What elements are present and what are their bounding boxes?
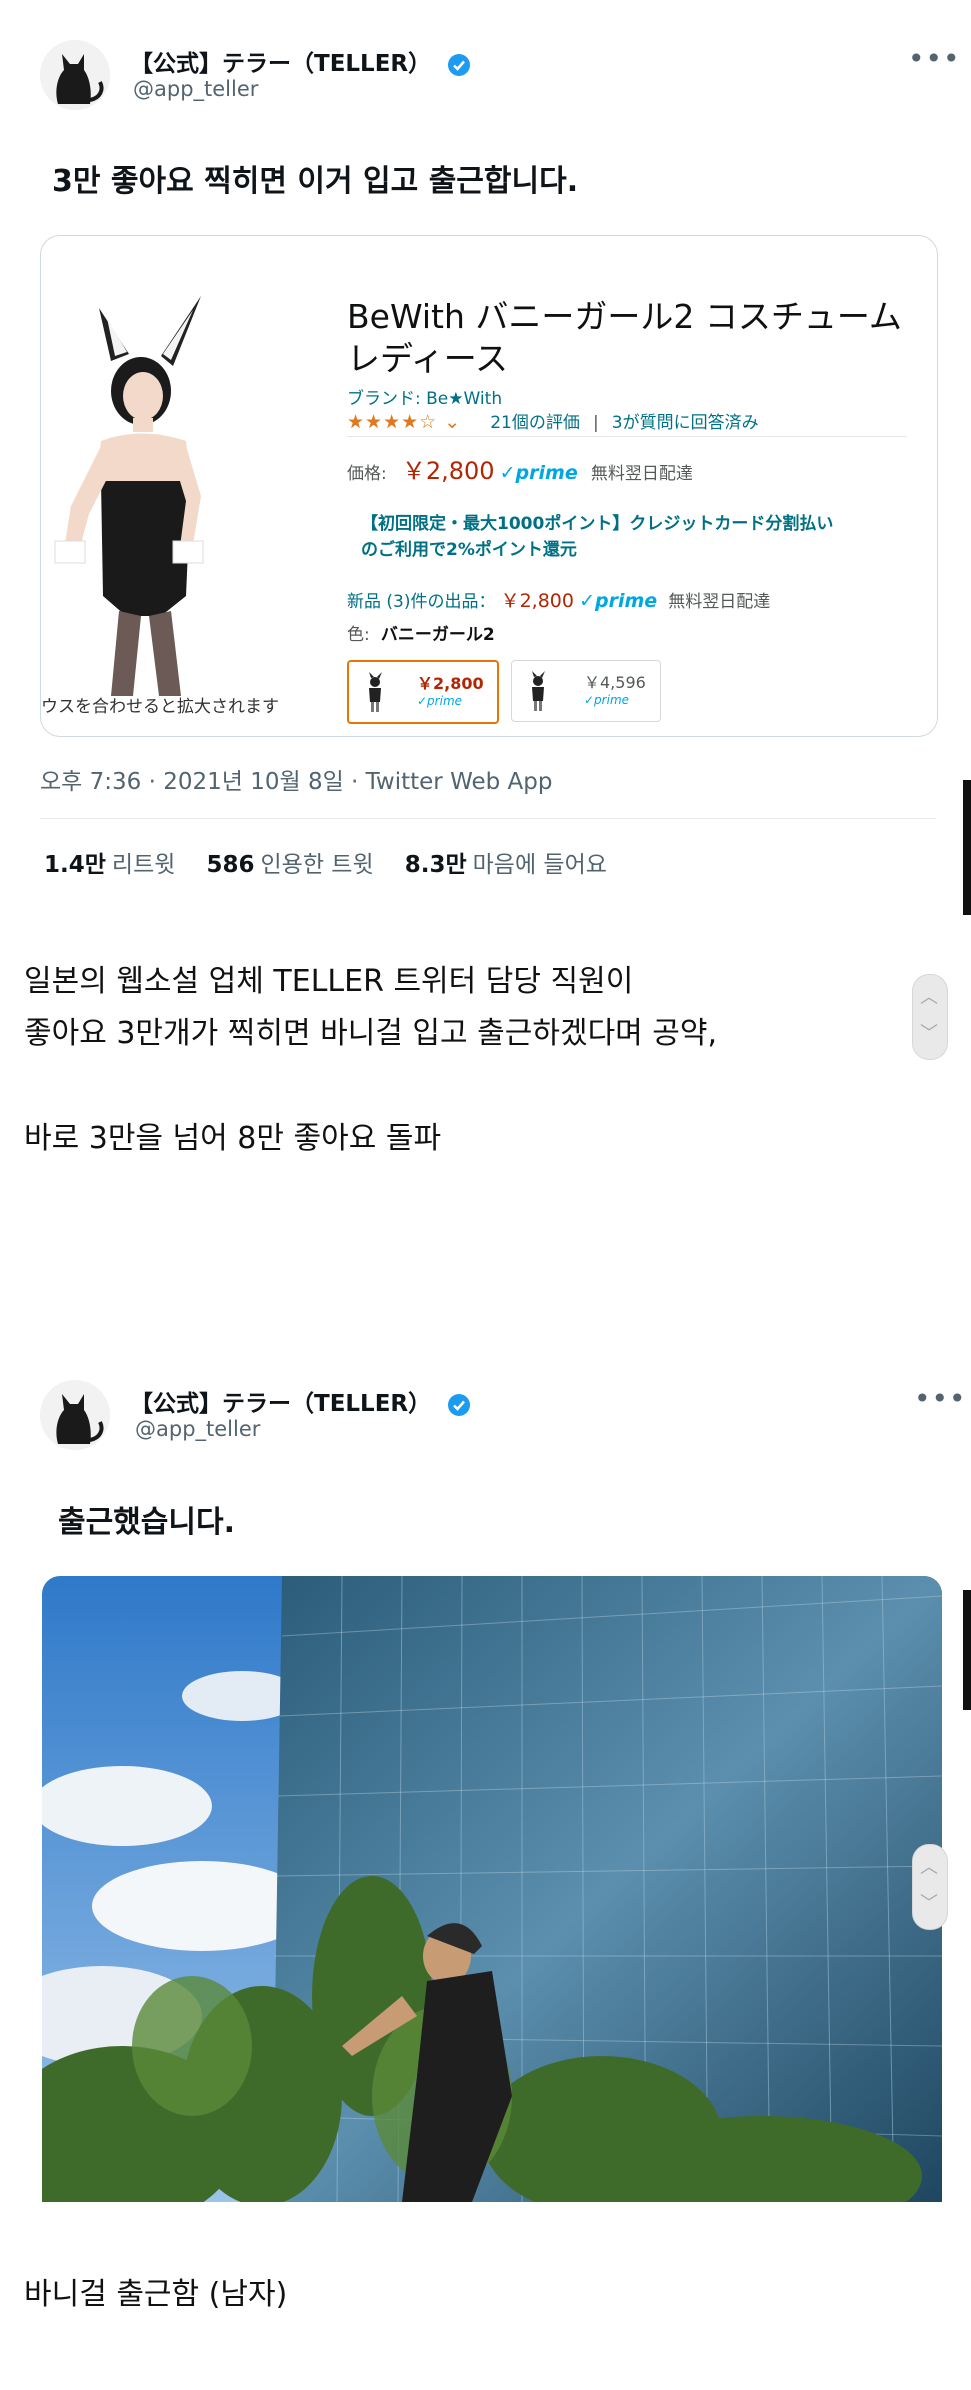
new-offers-delivery: 無料翌日配達 xyxy=(668,592,771,612)
color-swatch[interactable]: ￥4,596 ✓prime xyxy=(511,660,661,722)
new-offers-link[interactable]: 新品 (3)件の出品： xyxy=(347,592,495,612)
promo-line2[interactable]: のご利用で2%ポイント還元 xyxy=(361,537,577,563)
ratings-count[interactable]: 21個の評価 xyxy=(490,413,580,433)
more-options-icon[interactable]: ••• xyxy=(914,1382,967,1415)
tweet-timestamp[interactable]: 오후 7:36 · 2021년 10월 8일 · Twitter Web App xyxy=(40,762,552,796)
stats-divider-top xyxy=(40,818,936,819)
bunny-costume-photo xyxy=(54,296,204,696)
zoom-hint: ウスを合わせると拡大されます xyxy=(41,697,279,717)
swatch-prime: ✓prime xyxy=(584,693,630,707)
color-value: バニーガール2 xyxy=(380,625,495,645)
quote-tweet-stat[interactable]: 586 인용한 트윗 xyxy=(206,852,399,878)
tweet-stats: 1.4만 리트윗 586 인용한 트윗 8.3만 마음에 들어요 xyxy=(44,845,633,879)
swatch-thumbnail-icon xyxy=(369,672,382,712)
caption-line: 바니걸 출근함 (남자) xyxy=(24,2277,288,2312)
display-name[interactable]: 【公式】テラー（TELLER） xyxy=(130,1384,471,1418)
right-edge-bar xyxy=(963,1590,971,1710)
product-image[interactable] xyxy=(41,256,341,696)
user-handle[interactable]: @app_teller xyxy=(133,77,258,101)
scroll-control[interactable]: ︿ ﹀ xyxy=(912,974,948,1060)
answered-questions[interactable]: 3が質問に回答済み xyxy=(612,413,759,433)
cat-avatar-icon xyxy=(40,1380,110,1450)
rating-row: ★★★★☆ ⌄ 21個の評価 | 3が質問に回答済み xyxy=(347,408,759,433)
caption-line1: 일본의 웹소설 업체 TELLER 트위터 담당 직원이 xyxy=(24,964,634,999)
display-name-text: 【公式】テラー（TELLER） xyxy=(130,1391,432,1417)
more-options-icon[interactable]: ••• xyxy=(908,42,961,75)
avatar[interactable] xyxy=(40,40,110,110)
user-handle[interactable]: @app_teller xyxy=(135,1417,260,1441)
tweet-photo[interactable] xyxy=(42,1576,942,2202)
verified-badge-icon xyxy=(448,53,471,76)
product-title-line2[interactable]: レディース xyxy=(347,338,508,380)
scroll-up-icon[interactable]: ︿ xyxy=(920,1853,938,1879)
scroll-down-icon[interactable]: ﹀ xyxy=(920,1019,938,1045)
details-divider xyxy=(347,436,907,437)
swatch-price: ￥4,596 xyxy=(584,673,646,692)
retweet-stat[interactable]: 1.4만 리트윗 xyxy=(44,852,201,878)
display-name[interactable]: 【公式】テラー（TELLER） xyxy=(130,44,471,78)
color-label: 色: xyxy=(347,625,370,645)
swatch-thumbnail-icon xyxy=(532,671,545,711)
color-row: 色: バニーガール2 xyxy=(347,620,495,645)
new-offers-price: ￥2,800 xyxy=(500,590,574,612)
price-row: 価格: ￥2,800 ✓prime 無料翌日配達 xyxy=(347,451,693,486)
display-name-text: 【公式】テラー（TELLER） xyxy=(130,51,432,77)
rating-separator: | xyxy=(592,413,599,433)
scroll-control[interactable]: ︿ ﹀ xyxy=(912,1844,948,1930)
tweet-text: 출근했습니다. xyxy=(58,1505,235,1540)
brand-link[interactable]: ブランド: Be★With xyxy=(347,384,502,409)
tweet-text: 3만 좋아요 찍히면 이거 입고 출근합니다. xyxy=(52,164,579,199)
new-offers-row: 新品 (3)件の出品： ￥2,800 ✓prime 無料翌日配達 xyxy=(347,586,770,613)
free-delivery: 無料翌日配達 xyxy=(590,464,693,484)
cat-avatar-icon xyxy=(40,40,110,110)
new-offers-prime: ✓prime xyxy=(579,590,658,612)
swatch-price: ￥2,800 xyxy=(417,674,484,693)
prime-badge: ✓prime xyxy=(499,462,578,484)
verified-badge-icon xyxy=(448,1393,471,1416)
color-swatch-selected[interactable]: ￥2,800 ✓prime xyxy=(347,660,499,724)
swatch-prime: ✓prime xyxy=(417,694,463,708)
right-edge-bar xyxy=(963,780,971,915)
tweet-media-card[interactable]: ウスを合わせると拡大されます BeWith バニーガール2 コスチューム レディ… xyxy=(40,235,938,737)
scroll-down-icon[interactable]: ﹀ xyxy=(920,1889,938,1915)
caption-line3: 바로 3만을 넘어 8만 좋아요 돌파 xyxy=(24,1121,442,1156)
office-building-photo xyxy=(42,1576,942,2202)
likes-stat[interactable]: 8.3만 마음에 들어요 xyxy=(405,852,633,878)
rating-stars-icon[interactable]: ★★★★☆ ⌄ xyxy=(347,411,461,433)
scroll-up-icon[interactable]: ︿ xyxy=(920,983,938,1009)
promo-line1[interactable]: 【初回限定・最大1000ポイント】クレジットカード分割払い xyxy=(361,511,833,537)
price-label: 価格: xyxy=(347,464,387,484)
avatar[interactable] xyxy=(40,1380,110,1450)
product-title-line1[interactable]: BeWith バニーガール2 コスチューム xyxy=(347,296,902,338)
price-value: ￥2,800 xyxy=(401,457,495,485)
caption-line2: 좋아요 3만개가 찍히면 바니걸 입고 출근하겠다며 공약, xyxy=(24,1016,718,1051)
